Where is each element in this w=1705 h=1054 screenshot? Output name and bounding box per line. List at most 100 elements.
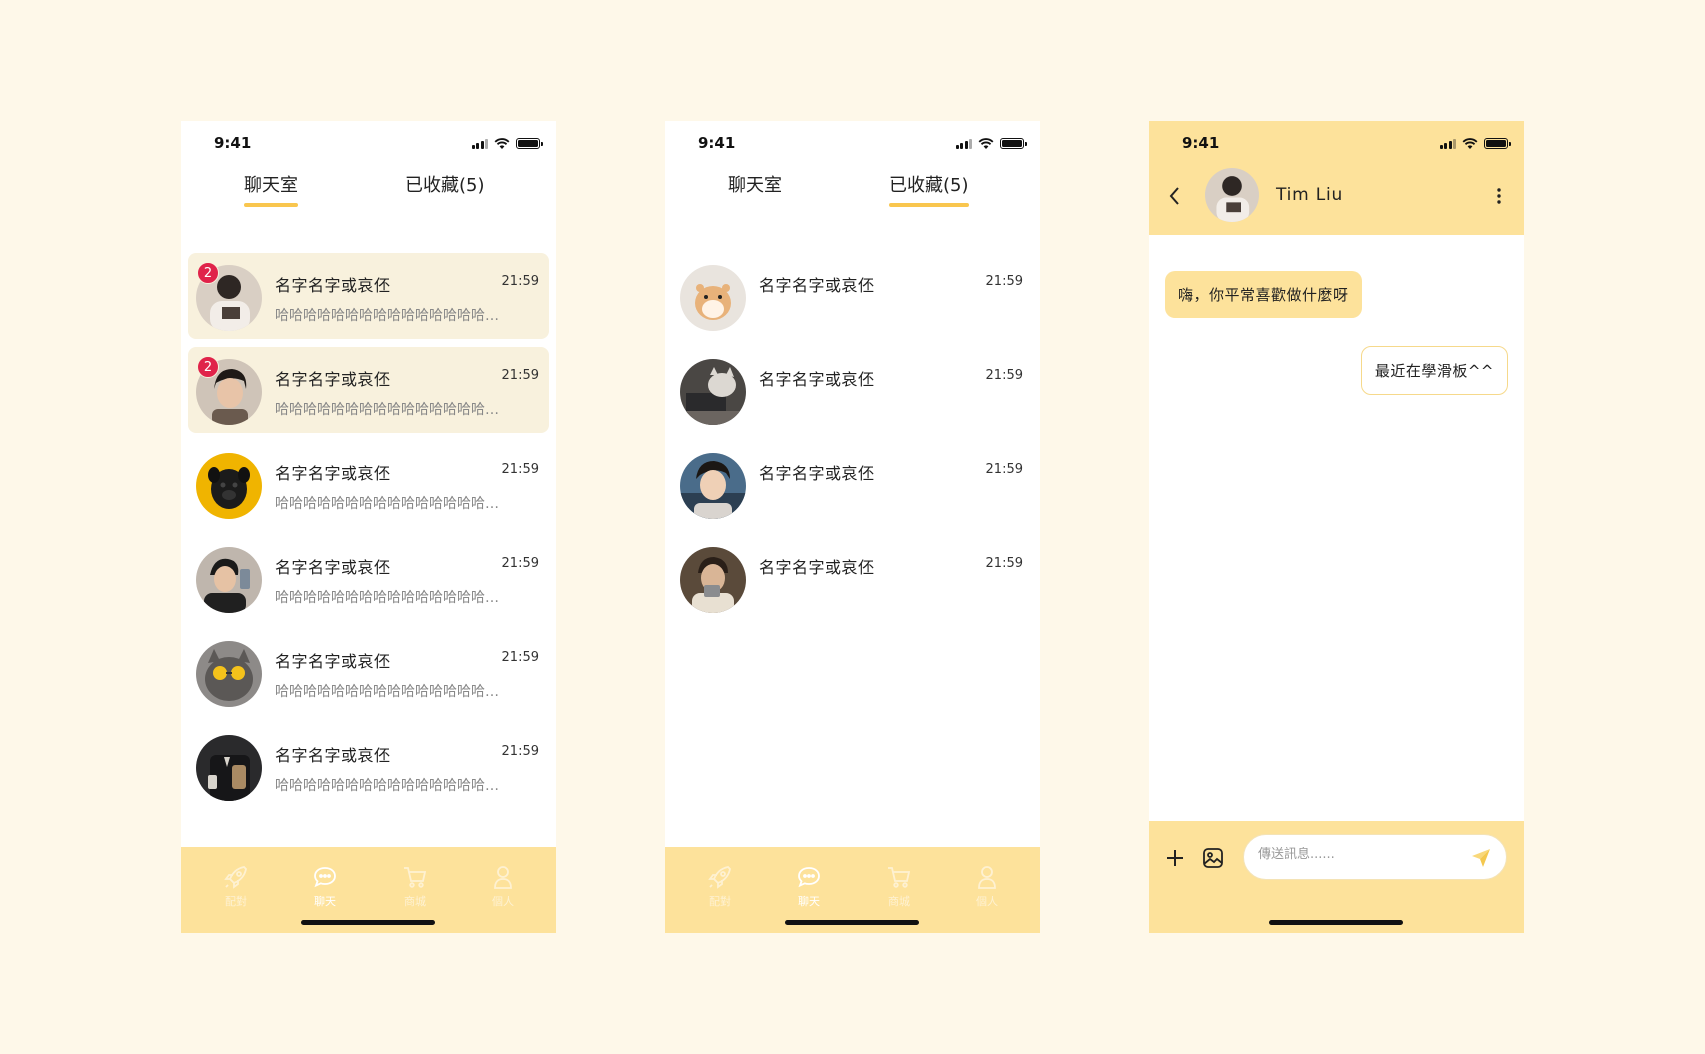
chat-list-item[interactable]: 2 名字名字或哀伾 21:59 哈哈哈哈哈哈哈哈哈哈哈哈哈哈哈… — [188, 347, 549, 433]
image-icon — [1203, 848, 1223, 868]
message-time: 21:59 — [501, 556, 539, 571]
signal-icon — [955, 138, 972, 149]
chat-list-item[interactable]: 名字名字或哀伾 21:59 哈哈哈哈哈哈哈哈哈哈哈哈哈哈哈… — [188, 535, 549, 621]
nav-profile[interactable]: 個人 — [957, 863, 1017, 909]
phone-favorites: 9:41 聊天室 已收藏(5) 名字名字或哀伾 21:59 名字名字或哀伾 21… — [665, 121, 1040, 933]
avatar — [196, 547, 262, 613]
contact-name: 名字名字或哀伾 — [759, 276, 875, 295]
contact-name: 名字名字或哀伾 — [275, 746, 391, 765]
signal-icon — [1439, 138, 1456, 149]
phone-chat-list: 9:41 聊天室 已收藏(5) 2 名字名字或哀伾 21:59 哈哈哈哈哈哈哈哈… — [181, 121, 556, 933]
tab-chat-room-label: 聊天室 — [728, 175, 782, 196]
tab-active-indicator — [244, 203, 298, 207]
wifi-icon — [978, 138, 994, 149]
nav-chat[interactable]: 聊天 — [295, 863, 355, 909]
avatar — [680, 265, 746, 331]
send-button[interactable] — [1470, 847, 1492, 873]
tab-chat-room-label: 聊天室 — [244, 175, 298, 196]
tab-chat-room[interactable]: 聊天室 — [728, 171, 782, 197]
image-button[interactable] — [1202, 847, 1224, 873]
contact-name: 名字名字或哀伾 — [275, 652, 391, 671]
message-time: 21:59 — [501, 368, 539, 383]
chat-list-item[interactable]: 名字名字或哀伾 21:59 — [672, 253, 1033, 339]
unread-badge: 2 — [197, 356, 219, 378]
chat-list-item[interactable]: 名字名字或哀伾 21:59 哈哈哈哈哈哈哈哈哈哈哈哈哈哈哈… — [188, 723, 549, 809]
tab-chat-room[interactable]: 聊天室 — [244, 171, 298, 207]
avatar[interactable] — [1205, 168, 1259, 222]
message-composer — [1149, 821, 1524, 933]
chat-list-item[interactable]: 2 名字名字或哀伾 21:59 哈哈哈哈哈哈哈哈哈哈哈哈哈哈哈… — [188, 253, 549, 339]
bottom-nav: 配對 聊天 商城 個人 — [665, 847, 1040, 933]
home-indicator — [785, 920, 919, 925]
message-time: 21:59 — [985, 556, 1023, 571]
chat-list-item[interactable]: 名字名字或哀伾 21:59 — [672, 535, 1033, 621]
nav-profile[interactable]: 個人 — [473, 863, 533, 909]
chat-bubble-icon — [798, 867, 820, 888]
avatar — [680, 547, 746, 613]
message-time: 21:59 — [985, 274, 1023, 289]
nav-match-label: 配對 — [709, 895, 731, 908]
contact-name: 名字名字或哀伾 — [275, 464, 391, 483]
add-attachment-button[interactable] — [1166, 849, 1184, 871]
person-icon — [494, 866, 512, 889]
nav-profile-label: 個人 — [976, 895, 998, 908]
send-icon — [1472, 849, 1490, 867]
message-preview: 哈哈哈哈哈哈哈哈哈哈哈哈哈哈哈… — [275, 402, 499, 418]
status-time: 9:41 — [1182, 134, 1220, 152]
chevron-left-icon — [1169, 187, 1179, 205]
status-icons — [1439, 138, 1511, 149]
tab-favorites-label: 已收藏(5) — [405, 175, 485, 196]
cart-icon — [404, 867, 427, 888]
nav-match[interactable]: 配對 — [690, 863, 750, 909]
status-icons — [955, 138, 1027, 149]
nav-shop[interactable]: 商城 — [869, 863, 929, 909]
message-preview: 哈哈哈哈哈哈哈哈哈哈哈哈哈哈哈… — [275, 684, 499, 700]
status-bar: 9:41 — [665, 121, 1040, 165]
chat-list-item[interactable]: 名字名字或哀伾 21:59 哈哈哈哈哈哈哈哈哈哈哈哈哈哈哈… — [188, 441, 549, 527]
chat-list-item[interactable]: 名字名字或哀伾 21:59 — [672, 441, 1033, 527]
message-time: 21:59 — [985, 368, 1023, 383]
nav-chat-label: 聊天 — [314, 895, 336, 908]
status-time: 9:41 — [214, 134, 252, 152]
home-indicator — [301, 920, 435, 925]
tab-favorites[interactable]: 已收藏(5) — [889, 171, 969, 207]
nav-match[interactable]: 配對 — [206, 863, 266, 909]
nav-shop-label: 商城 — [888, 895, 910, 908]
more-button[interactable] — [1496, 187, 1502, 209]
home-indicator — [1269, 920, 1403, 925]
message-input-field[interactable] — [1243, 834, 1507, 880]
battery-icon — [516, 138, 543, 149]
contact-name: 名字名字或哀伾 — [275, 558, 391, 577]
nav-chat[interactable]: 聊天 — [779, 863, 839, 909]
cart-icon — [888, 867, 911, 888]
message-preview: 哈哈哈哈哈哈哈哈哈哈哈哈哈哈哈… — [275, 590, 499, 606]
battery-icon — [1000, 138, 1027, 149]
avatar — [196, 641, 262, 707]
contact-name: 名字名字或哀伾 — [759, 370, 875, 389]
back-button[interactable] — [1167, 185, 1181, 211]
wifi-icon — [1462, 138, 1478, 149]
tab-favorites[interactable]: 已收藏(5) — [405, 171, 485, 197]
avatar — [196, 735, 262, 801]
unread-badge: 2 — [197, 262, 219, 284]
message-time: 21:59 — [501, 462, 539, 477]
signal-icon — [471, 138, 488, 149]
more-vertical-icon — [1497, 188, 1501, 204]
rocket-icon — [708, 866, 731, 889]
nav-shop-label: 商城 — [404, 895, 426, 908]
status-time: 9:41 — [698, 134, 736, 152]
wifi-icon — [494, 138, 510, 149]
status-bar: 9:41 — [181, 121, 556, 165]
chat-list-item[interactable]: 名字名字或哀伾 21:59 哈哈哈哈哈哈哈哈哈哈哈哈哈哈哈… — [188, 629, 549, 715]
message-preview: 哈哈哈哈哈哈哈哈哈哈哈哈哈哈哈… — [275, 496, 499, 512]
avatar — [680, 453, 746, 519]
message-input[interactable] — [1258, 847, 1458, 862]
nav-shop[interactable]: 商城 — [385, 863, 445, 909]
phone-conversation: 9:41 Tim Liu 嗨，你平常喜歡做什麼呀 最近在學滑板^^ — [1149, 121, 1524, 933]
message-preview: 哈哈哈哈哈哈哈哈哈哈哈哈哈哈哈… — [275, 308, 499, 324]
message-time: 21:59 — [985, 462, 1023, 477]
chat-list-item[interactable]: 名字名字或哀伾 21:59 — [672, 347, 1033, 433]
message-time: 21:59 — [501, 650, 539, 665]
avatar — [196, 453, 262, 519]
tab-active-indicator — [889, 203, 969, 207]
